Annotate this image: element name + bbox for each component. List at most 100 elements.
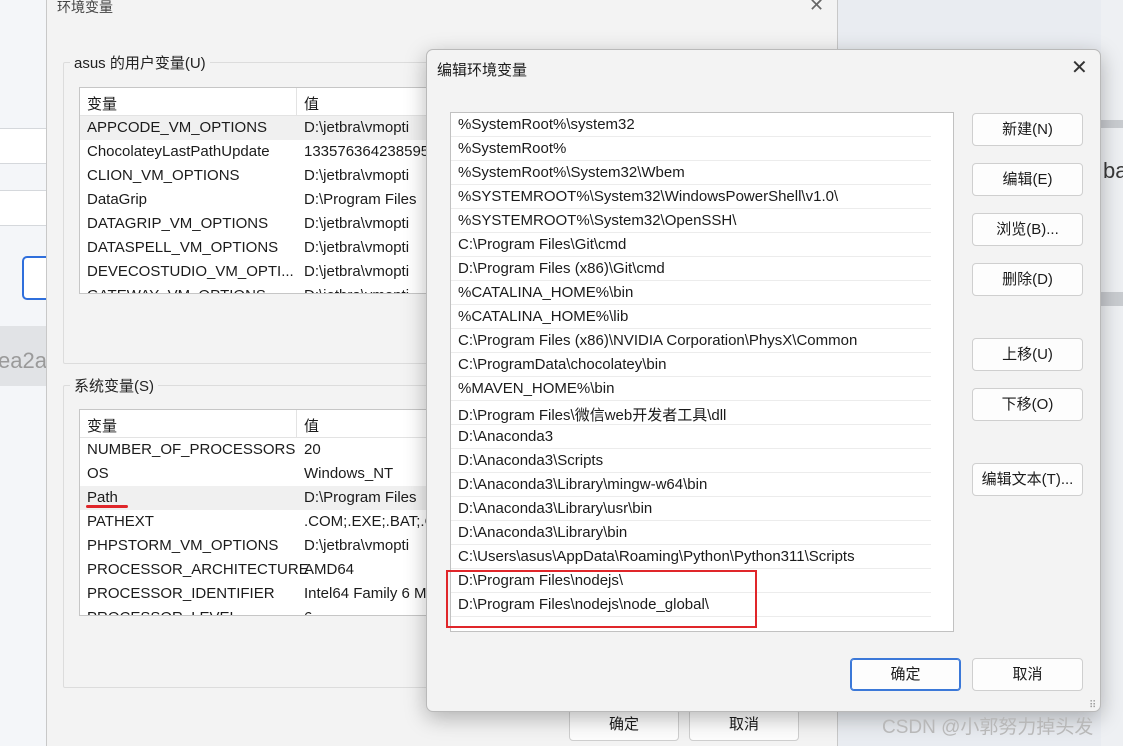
variable-name: PHPSTORM_VM_OPTIONS (87, 537, 279, 554)
path-text: C:\ProgramData\chocolatey\bin (458, 356, 667, 373)
table-row[interactable]: Path D:\Program Files (80, 486, 442, 510)
column-header-value[interactable]: 值 (304, 415, 319, 436)
path-annotation-underline (86, 505, 128, 508)
path-list-item[interactable]: %SYSTEMROOT%\System32\WindowsPowerShell\… (451, 185, 931, 209)
path-list-item[interactable]: C:\ProgramData\chocolatey\bin (451, 353, 931, 377)
cancel-button[interactable]: 取消 (689, 709, 799, 741)
path-list[interactable]: %SystemRoot%\system32 %SystemRoot% %System… (450, 112, 954, 632)
edit-button[interactable]: 编辑(E) (972, 163, 1083, 196)
system-variables-label: 系统变量(S) (70, 375, 158, 396)
path-text: D:\Anaconda3\Scripts (458, 452, 604, 469)
path-text: D:\Program Files\微信web开发者工具\dll (458, 407, 727, 424)
table-row[interactable]: APPCODE_VM_OPTIONS D:\jetbra\vmopti (80, 116, 442, 140)
path-text: C:\Program Files\Git\cmd (458, 236, 627, 253)
new-button[interactable]: 新建(N) (972, 113, 1083, 146)
path-list-item[interactable]: %SystemRoot%\system32 (451, 113, 931, 137)
path-list-item[interactable]: D:\Anaconda3\Library\bin (451, 521, 931, 545)
column-header-variable[interactable]: 变量 (87, 93, 117, 114)
path-list-item[interactable]: C:\Program Files (x86)\NVIDIA Corporatio… (451, 329, 931, 353)
close-icon[interactable]: ✕ (1071, 56, 1088, 80)
background-divider (1101, 292, 1123, 306)
table-row[interactable]: CLION_VM_OPTIONS D:\jetbra\vmopti (80, 164, 442, 188)
table-row[interactable]: DATAGRIP_VM_OPTIONS D:\jetbra\vmopti (80, 212, 442, 236)
background-divider (1101, 120, 1123, 128)
column-header-value[interactable]: 值 (304, 93, 319, 114)
path-text: C:\Program Files (x86)\NVIDIA Corporatio… (458, 332, 858, 349)
table-row[interactable]: DATASPELL_VM_OPTIONS D:\jetbra\vmopti (80, 236, 442, 260)
close-icon[interactable]: ✕ (809, 0, 824, 16)
table-header: 变量 值 (80, 410, 442, 438)
variable-value: 20 (304, 441, 321, 458)
ok-button[interactable]: 确定 (850, 658, 961, 691)
cancel-button[interactable]: 取消 (972, 658, 1083, 691)
path-list-item[interactable]: D:\Anaconda3\Library\usr\bin (451, 497, 931, 521)
table-row[interactable]: PROCESSOR_IDENTIFIER Intel64 Family 6 M (80, 582, 442, 606)
variable-value: D:\jetbra\vmopti (304, 537, 410, 554)
variable-value: AMD64 (304, 561, 355, 578)
table-row[interactable]: PROCESSOR_LEVEL 6 (80, 606, 442, 615)
variable-value: .COM;.EXE;.BAT;.C (304, 513, 436, 530)
column-divider (296, 88, 297, 116)
table-row[interactable]: PROCESSOR_ARCHITECTURE AMD64 (80, 558, 442, 582)
path-text: %SystemRoot%\system32 (458, 116, 635, 133)
dialog-title: 环境变量 (57, 0, 113, 15)
move-up-button[interactable]: 上移(U) (972, 338, 1083, 371)
table-row[interactable]: NUMBER_OF_PROCESSORS 20 (80, 438, 442, 462)
table-row[interactable]: ChocolateyLastPathUpdate 133576364238595 (80, 140, 442, 164)
table-row[interactable]: GATEWAY_VM_OPTIONS D:\jetbra\vmopti (80, 284, 442, 293)
path-list-item[interactable]: D:\Anaconda3 (451, 425, 931, 449)
move-down-button[interactable]: 下移(O) (972, 388, 1083, 421)
variable-name: PROCESSOR_ARCHITECTURE (87, 561, 309, 578)
path-list-item[interactable]: %SystemRoot%\System32\Wbem (451, 161, 931, 185)
variable-name: NUMBER_OF_PROCESSORS (87, 441, 296, 458)
path-list-item[interactable]: D:\Program Files (x86)\Git\cmd (451, 257, 931, 281)
path-text: %CATALINA_HOME%\lib (458, 308, 629, 325)
path-text: %SystemRoot% (458, 140, 567, 157)
path-list-item[interactable]: C:\Program Files\Git\cmd (451, 233, 931, 257)
variable-name: DATAGRIP_VM_OPTIONS (87, 215, 269, 232)
path-list-item[interactable]: D:\Program Files\微信web开发者工具\dll (451, 401, 931, 425)
resize-grip-icon[interactable]: ⠿ (1089, 700, 1096, 711)
variable-value: D:\jetbra\vmopti (304, 287, 409, 293)
variable-value: 6 (304, 609, 312, 615)
variable-value: D:\Program Files (304, 489, 417, 506)
highlight-annotation-box (446, 570, 757, 628)
path-list-item[interactable]: %CATALINA_HOME%\lib (451, 305, 931, 329)
path-list-item[interactable]: %SystemRoot% (451, 137, 931, 161)
path-text: %SYSTEMROOT%\System32\WindowsPowerShell\… (458, 188, 839, 205)
path-list-item[interactable]: D:\Anaconda3\Library\mingw-w64\bin (451, 473, 931, 497)
edit-text-button[interactable]: 编辑文本(T)... (972, 463, 1083, 496)
path-text: %SYSTEMROOT%\System32\OpenSSH\ (458, 212, 737, 229)
table-row[interactable]: OS Windows_NT (80, 462, 442, 486)
user-variables-table[interactable]: 变量 值 APPCODE_VM_OPTIONS D:\jetbra\vmopti C… (79, 87, 443, 294)
path-list-item[interactable]: C:\Users\asus\AppData\Roaming\Python\Pyt… (451, 545, 931, 569)
table-row[interactable]: PATHEXT .COM;.EXE;.BAT;.C (80, 510, 442, 534)
ok-button[interactable]: 确定 (569, 709, 679, 741)
path-list-item[interactable]: %SYSTEMROOT%\System32\OpenSSH\ (451, 209, 931, 233)
variable-value: D:\jetbra\vmopti (304, 239, 410, 256)
variable-value: D:\jetbra\vmopti (304, 215, 410, 232)
path-list-item[interactable]: %MAVEN_HOME%\bin (451, 377, 931, 401)
variable-name: DataGrip (87, 191, 148, 208)
browse-button[interactable]: 浏览(B)... (972, 213, 1083, 246)
path-list-item[interactable]: D:\Anaconda3\Scripts (451, 449, 931, 473)
table-header: 变量 值 (80, 88, 442, 116)
variable-name: Path (87, 489, 118, 506)
table-row[interactable]: DataGrip D:\Program Files (80, 188, 442, 212)
variable-name: DEVECOSTUDIO_VM_OPTI... (87, 263, 294, 280)
variable-name: PROCESSOR_LEVEL (87, 609, 238, 615)
path-text: %SystemRoot%\System32\Wbem (458, 164, 685, 181)
background-fragment-text: ea2a (0, 348, 47, 373)
variable-value: D:\Program Files (304, 191, 417, 208)
table-row[interactable]: DEVECOSTUDIO_VM_OPTI... D:\jetbra\vmopti (80, 260, 442, 284)
path-list-item[interactable]: %CATALINA_HOME%\bin (451, 281, 931, 305)
user-variables-label: asus 的用户变量(U) (70, 52, 210, 73)
delete-button[interactable]: 删除(D) (972, 263, 1083, 296)
variable-value: D:\jetbra\vmopti (304, 119, 410, 136)
system-variables-table[interactable]: 变量 值 NUMBER_OF_PROCESSORS 20 OS Windows_NT P… (79, 409, 443, 616)
column-divider (296, 410, 297, 438)
variable-name: CLION_VM_OPTIONS (87, 167, 240, 184)
variable-name: OS (87, 465, 109, 482)
column-header-variable[interactable]: 变量 (87, 415, 117, 436)
table-row[interactable]: PHPSTORM_VM_OPTIONS D:\jetbra\vmopti (80, 534, 442, 558)
